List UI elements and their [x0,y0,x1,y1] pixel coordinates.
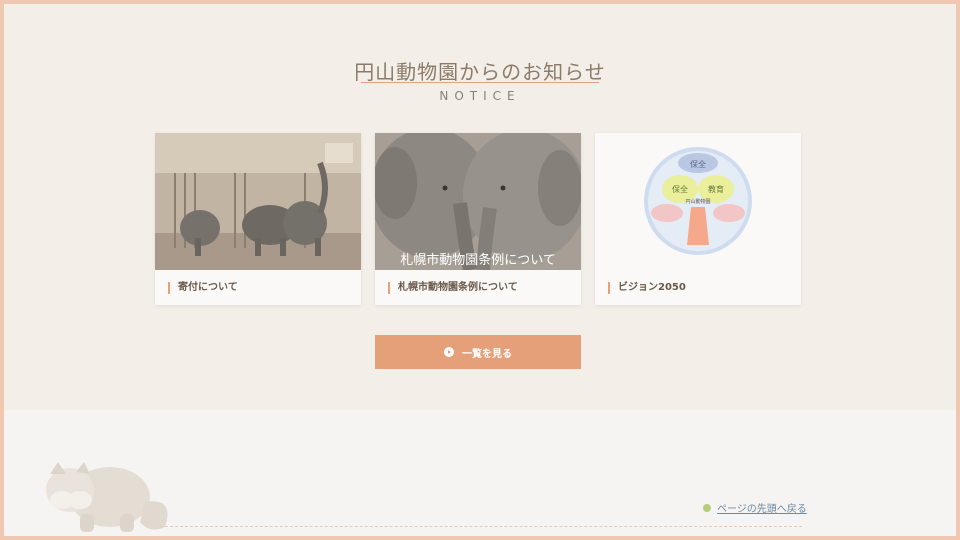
vision-2050-diagram: 保全 保全 教育 円山動物園 [595,133,801,270]
arrow-right-icon [444,347,454,357]
svg-text:教育: 教育 [708,184,724,194]
notice-card-donation[interactable]: 寄付について [155,133,361,305]
image-caption: 札幌市動物園条例について [400,252,556,268]
elephants-indoor-photo [155,133,361,270]
title-underline [361,82,599,83]
back-to-top-link[interactable]: ページの先頭へ戻る [703,500,807,515]
footer-divider [160,526,802,527]
arrow-up-icon [703,503,711,512]
view-list-button[interactable]: 一覧を見る [375,335,581,369]
section-title: 円山動物園からのお知らせ [354,60,606,84]
notice-card-vision[interactable]: 保全 保全 教育 円山動物園 ビジョン2050 [595,133,801,305]
svg-text:円山動物園: 円山動物園 [685,198,710,205]
card-label: 寄付について [168,282,238,294]
back-to-top-label: ページの先頭へ戻る [717,504,807,515]
card-label: 札幌市動物園条例について [388,282,518,294]
svg-text:保全: 保全 [690,159,706,169]
view-list-label: 一覧を見る [462,348,512,360]
two-elephants-photo: 札幌市動物園条例について [375,133,581,270]
section-subtitle: NOTICE [439,89,521,103]
red-panda-illustration [46,462,168,532]
notice-card-ordinance[interactable]: 札幌市動物園条例について 札幌市動物園条例について [375,133,581,305]
svg-text:保全: 保全 [672,184,688,194]
card-label: ビジョン2050 [608,282,686,294]
